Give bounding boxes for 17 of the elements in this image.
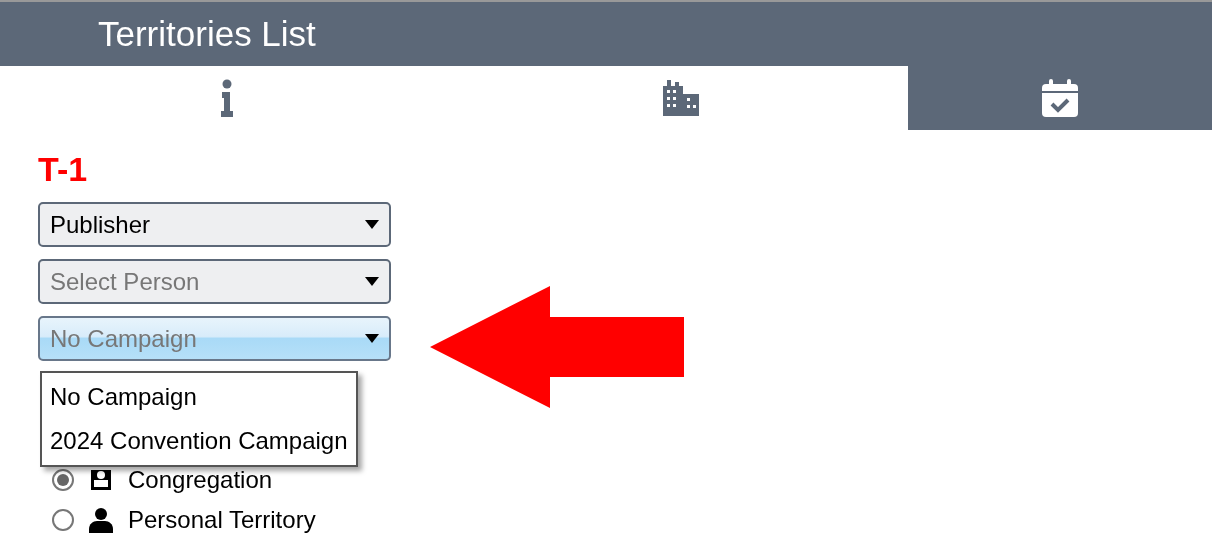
dropdown[interactable]: Publisher: [38, 202, 391, 247]
dropdown[interactable]: Select Person: [38, 259, 391, 304]
caret-icon: [365, 220, 379, 229]
person-icon: [88, 507, 114, 533]
app-title: Territories List: [98, 14, 316, 54]
radio-label: Personal Territory: [128, 506, 316, 534]
tab[interactable]: [908, 66, 1212, 130]
territory-code: T-1: [38, 150, 89, 190]
caret-icon: [365, 334, 379, 343]
menu-option[interactable]: No Campaign: [50, 375, 348, 419]
radio-label: Congregation: [128, 466, 273, 494]
info-icon: [220, 79, 234, 117]
caret-icon: [365, 277, 379, 286]
person-badge-icon: [91, 470, 111, 490]
menu-option[interactable]: 2024 Convention Campaign: [50, 419, 348, 463]
radio-button[interactable]: [52, 509, 74, 531]
radio-button[interactable]: [52, 469, 74, 491]
